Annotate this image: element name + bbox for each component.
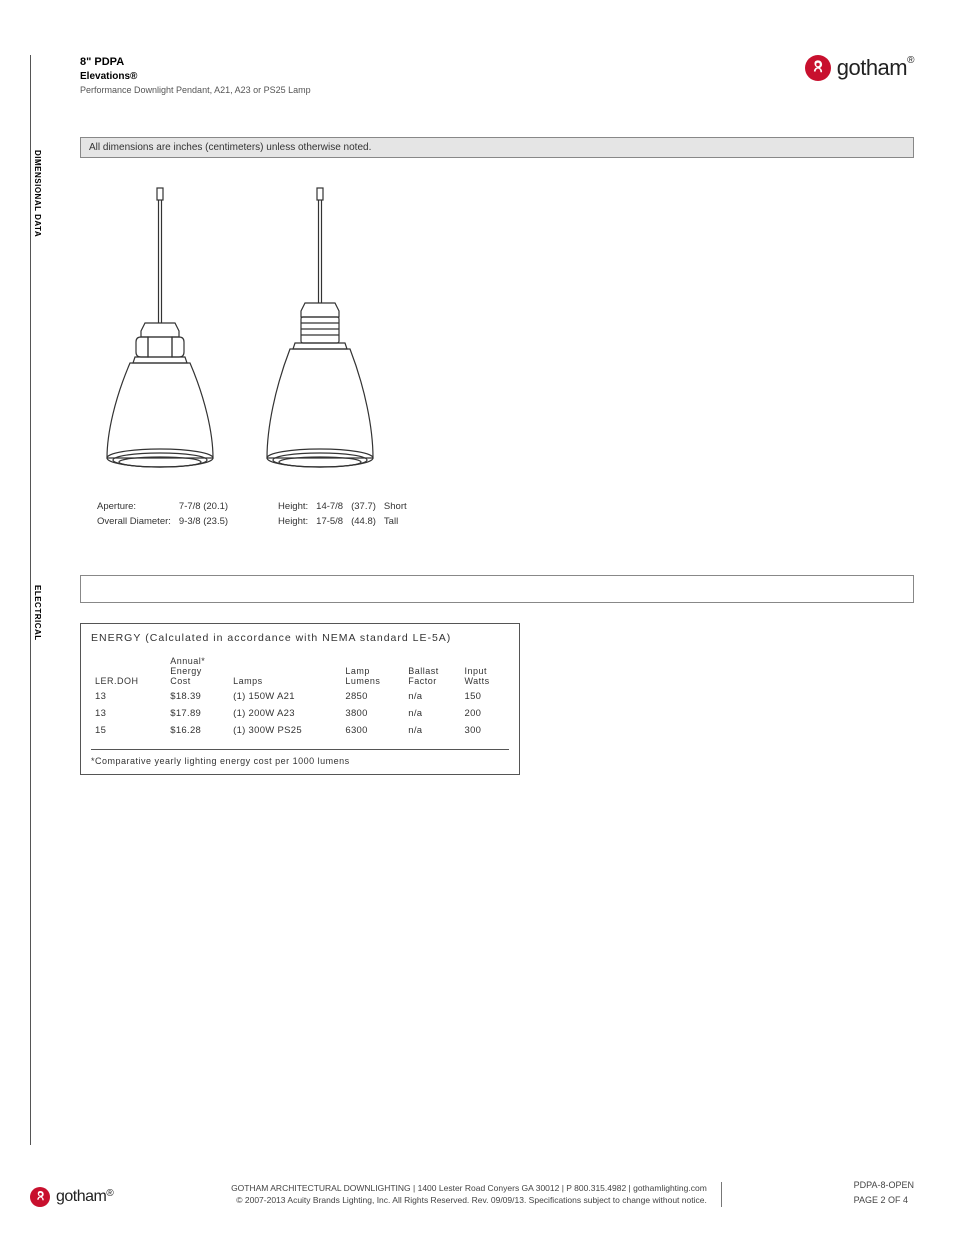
dim-table-right: Height:14-7/8(37.7)Short Height:17-5/8(4… xyxy=(276,498,415,530)
product-subtitle: Elevations xyxy=(80,71,130,82)
energy-footnote: *Comparative yearly lighting energy cost… xyxy=(91,749,509,766)
dimensions-note: All dimensions are inches (centimeters) … xyxy=(80,137,914,158)
footer-page: PAGE 2 OF 4 xyxy=(854,1193,914,1207)
section-label-dimensional: DIMENSIONAL DATA xyxy=(33,150,42,237)
footer-logo: gotham® xyxy=(30,1187,113,1207)
pendant-drawing-short xyxy=(95,183,225,483)
table-row: 13$17.89(1) 200W A233800n/a200 xyxy=(91,705,509,722)
energy-title: ENERGY xyxy=(91,632,141,644)
pendant-drawing-tall xyxy=(255,183,385,483)
electrical-empty-box xyxy=(80,575,914,603)
pendant-drawings xyxy=(95,183,914,483)
product-desc: Performance Downlight Pendant, A21, A23 … xyxy=(80,84,311,97)
dimension-specs: Aperture:7-7/8 (20.1) Overall Diameter:9… xyxy=(95,498,914,530)
table-row: 13$18.39(1) 150W A212850n/a150 xyxy=(91,688,509,705)
reg-mark: ® xyxy=(130,71,137,82)
left-rule: DIMENSIONAL DATA ELECTRICAL xyxy=(30,55,50,1145)
dim-table-left: Aperture:7-7/8 (20.1) Overall Diameter:9… xyxy=(95,498,236,530)
logo-bug-icon xyxy=(805,55,831,81)
footer-code: PDPA-8-OPEN xyxy=(854,1178,914,1192)
product-title: 8" PDPA xyxy=(80,55,311,70)
section-label-electrical: ELECTRICAL xyxy=(33,585,42,641)
brand-logo: gotham® xyxy=(805,55,914,81)
page-header: 8" PDPA Elevations® Performance Downligh… xyxy=(80,55,914,97)
table-row: 15$16.28(1) 300W PS256300n/a300 xyxy=(91,722,509,739)
page-footer: gotham® GOTHAM ARCHITECTURAL DOWNLIGHTIN… xyxy=(30,1178,914,1207)
brand-name: gotham xyxy=(837,55,907,80)
energy-title-note: (Calculated in accordance with NEMA stan… xyxy=(145,632,451,644)
reg-mark-icon: ® xyxy=(907,55,914,66)
logo-bug-icon xyxy=(30,1187,50,1207)
footer-address: GOTHAM ARCHITECTURAL DOWNLIGHTING | 1400… xyxy=(231,1182,707,1195)
energy-table-box: ENERGY (Calculated in accordance with NE… xyxy=(80,623,520,775)
energy-table: LER.DOH Annual*EnergyCost Lamps LampLume… xyxy=(91,654,509,739)
footer-legal: © 2007-2013 Acuity Brands Lighting, Inc.… xyxy=(231,1194,707,1207)
